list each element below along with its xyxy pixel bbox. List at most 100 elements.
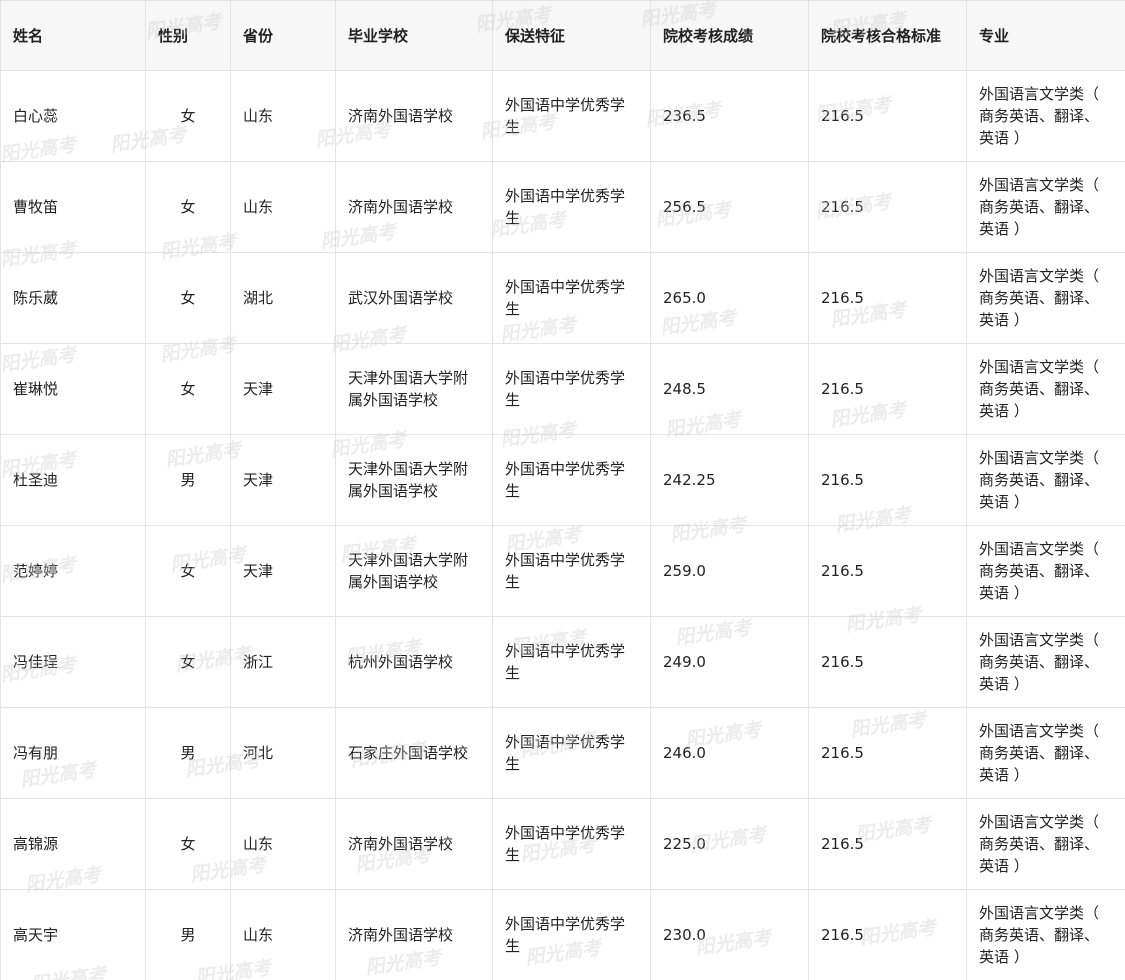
- header-school: 毕业学校: [335, 0, 493, 71]
- cell-school: 武汉外国语学校: [335, 252, 493, 344]
- cell-name: 白心蕊: [0, 70, 146, 162]
- cell-score: 259.0: [650, 525, 809, 617]
- cell-score: 246.0: [650, 707, 809, 799]
- header-name: 姓名: [0, 0, 146, 71]
- cell-name: 冯佳珵: [0, 616, 146, 708]
- cell-feature: 外国语中学优秀学生: [492, 343, 651, 435]
- cell-major: 外国语言文学类（ 商务英语、翻译、英语 ）: [966, 434, 1125, 526]
- cell-province: 山东: [230, 798, 336, 890]
- cell-province: 山东: [230, 161, 336, 253]
- table-body: 白心蕊女山东 济南外国语学校 外国语中学优秀学生 236.5 216.5 外国语言文学类（…: [0, 70, 1125, 980]
- cell-score: 256.5: [650, 161, 809, 253]
- cell-feature: 外国语中学优秀学生: [492, 161, 651, 253]
- cell-province: 湖北: [230, 252, 336, 344]
- table-row: 高锦源女山东 济南外国语学校 外国语中学优秀学生 225.0 216.5 外国语言文学类（…: [0, 798, 1125, 890]
- cell-school: 济南外国语学校: [335, 889, 493, 980]
- cell-feature: 外国语中学优秀学生: [492, 798, 651, 890]
- table-row: 曹牧笛女山东 济南外国语学校 外国语中学优秀学生 256.5 216.5 外国语言文学类（…: [0, 161, 1125, 253]
- cell-gender: 女: [145, 798, 231, 890]
- cell-province: 天津: [230, 434, 336, 526]
- cell-major: 外国语言文学类（ 商务英语、翻译、英语 ）: [966, 616, 1125, 708]
- table-row: 冯佳珵女浙江 杭州外国语学校 外国语中学优秀学生 249.0 216.5 外国语言文学类（…: [0, 616, 1125, 708]
- cell-feature: 外国语中学优秀学生: [492, 252, 651, 344]
- cell-standard: 216.5: [808, 70, 967, 162]
- table-row: 冯有朋男河北 石家庄外国语学校 外国语中学优秀学生 246.0 216.5 外国语言文学类…: [0, 707, 1125, 799]
- cell-score: 230.0: [650, 889, 809, 980]
- table-row: 杜圣迪男天津 天津外国语大学附属外国语学校 外国语中学优秀学生 242.25 216.5…: [0, 434, 1125, 526]
- cell-gender: 男: [145, 889, 231, 980]
- cell-standard: 216.5: [808, 798, 967, 890]
- header-gender: 性别: [145, 0, 231, 71]
- cell-gender: 女: [145, 161, 231, 253]
- header-score: 院校考核成绩: [650, 0, 809, 71]
- cell-name: 曹牧笛: [0, 161, 146, 253]
- cell-name: 杜圣迪: [0, 434, 146, 526]
- cell-gender: 女: [145, 252, 231, 344]
- cell-name: 高锦源: [0, 798, 146, 890]
- cell-name: 崔琳悦: [0, 343, 146, 435]
- cell-major: 外国语言文学类（ 商务英语、翻译、英语 ）: [966, 525, 1125, 617]
- cell-feature: 外国语中学优秀学生: [492, 616, 651, 708]
- table-row: 高天宇男山东 济南外国语学校 外国语中学优秀学生 230.0 216.5 外国语言文学类（…: [0, 889, 1125, 980]
- header-standard: 院校考核合格标准: [808, 0, 967, 71]
- cell-province: 天津: [230, 343, 336, 435]
- cell-name: 高天宇: [0, 889, 146, 980]
- cell-gender: 女: [145, 70, 231, 162]
- cell-province: 浙江: [230, 616, 336, 708]
- cell-score: 225.0: [650, 798, 809, 890]
- cell-province: 河北: [230, 707, 336, 799]
- cell-score: 249.0: [650, 616, 809, 708]
- cell-school: 天津外国语大学附属外国语学校: [335, 343, 493, 435]
- cell-score: 242.25: [650, 434, 809, 526]
- cell-school: 杭州外国语学校: [335, 616, 493, 708]
- cell-school: 济南外国语学校: [335, 70, 493, 162]
- cell-major: 外国语言文学类（ 商务英语、翻译、英语 ）: [966, 798, 1125, 890]
- cell-feature: 外国语中学优秀学生: [492, 889, 651, 980]
- cell-province: 天津: [230, 525, 336, 617]
- table-row: 陈乐葳女湖北 武汉外国语学校 外国语中学优秀学生 265.0 216.5 外国语言文学类（…: [0, 252, 1125, 344]
- admission-table: 姓名 性别 省份 毕业学校 保送特征 院校考核成绩 院校考核合格标准 专业 白心…: [0, 0, 1125, 980]
- header-province: 省份: [230, 0, 336, 71]
- cell-major: 外国语言文学类（ 商务英语、翻译、英语 ）: [966, 70, 1125, 162]
- cell-major: 外国语言文学类（ 商务英语、翻译、英语 ）: [966, 707, 1125, 799]
- table-row: 白心蕊女山东 济南外国语学校 外国语中学优秀学生 236.5 216.5 外国语言文学类（…: [0, 70, 1125, 162]
- cell-province: 山东: [230, 889, 336, 980]
- cell-gender: 女: [145, 343, 231, 435]
- cell-score: 248.5: [650, 343, 809, 435]
- cell-score: 265.0: [650, 252, 809, 344]
- cell-feature: 外国语中学优秀学生: [492, 70, 651, 162]
- cell-school: 济南外国语学校: [335, 798, 493, 890]
- header-major: 专业: [966, 0, 1125, 71]
- cell-major: 外国语言文学类（ 商务英语、翻译、英语 ）: [966, 889, 1125, 980]
- cell-gender: 女: [145, 616, 231, 708]
- cell-major: 外国语言文学类（ 商务英语、翻译、英语 ）: [966, 161, 1125, 253]
- cell-name: 陈乐葳: [0, 252, 146, 344]
- cell-standard: 216.5: [808, 161, 967, 253]
- cell-name: 范婷婷: [0, 525, 146, 617]
- cell-gender: 男: [145, 434, 231, 526]
- cell-standard: 216.5: [808, 889, 967, 980]
- cell-standard: 216.5: [808, 434, 967, 526]
- cell-standard: 216.5: [808, 252, 967, 344]
- table-row: 范婷婷女天津 天津外国语大学附属外国语学校 外国语中学优秀学生 259.0 216.5 外…: [0, 525, 1125, 617]
- cell-province: 山东: [230, 70, 336, 162]
- table-row: 崔琳悦女天津 天津外国语大学附属外国语学校 外国语中学优秀学生 248.5 216.5 外…: [0, 343, 1125, 435]
- cell-standard: 216.5: [808, 707, 967, 799]
- table-header-row: 姓名 性别 省份 毕业学校 保送特征 院校考核成绩 院校考核合格标准 专业: [0, 0, 1125, 71]
- cell-feature: 外国语中学优秀学生: [492, 525, 651, 617]
- cell-standard: 216.5: [808, 616, 967, 708]
- cell-name: 冯有朋: [0, 707, 146, 799]
- cell-feature: 外国语中学优秀学生: [492, 707, 651, 799]
- cell-school: 天津外国语大学附属外国语学校: [335, 434, 493, 526]
- header-feature: 保送特征: [492, 0, 651, 71]
- cell-score: 236.5: [650, 70, 809, 162]
- cell-standard: 216.5: [808, 525, 967, 617]
- cell-major: 外国语言文学类（ 商务英语、翻译、英语 ）: [966, 343, 1125, 435]
- cell-standard: 216.5: [808, 343, 967, 435]
- cell-major: 外国语言文学类（ 商务英语、翻译、英语 ）: [966, 252, 1125, 344]
- cell-school: 济南外国语学校: [335, 161, 493, 253]
- cell-feature: 外国语中学优秀学生: [492, 434, 651, 526]
- cell-school: 石家庄外国语学校: [335, 707, 493, 799]
- cell-gender: 女: [145, 525, 231, 617]
- cell-school: 天津外国语大学附属外国语学校: [335, 525, 493, 617]
